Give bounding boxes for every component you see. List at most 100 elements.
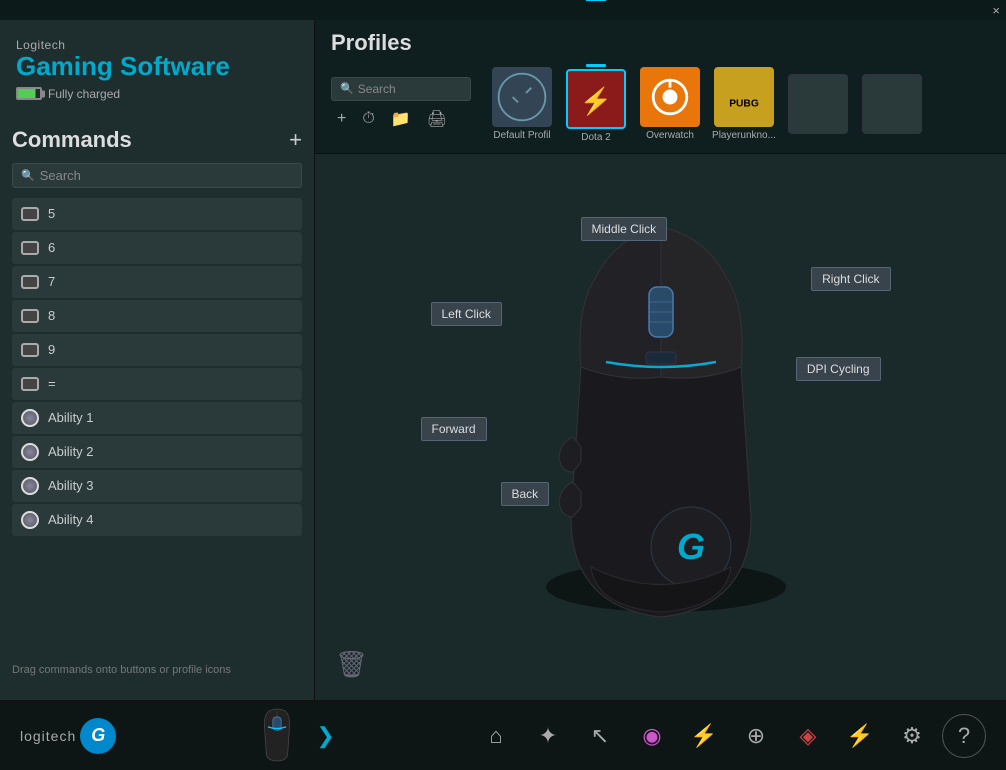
command-label: Ability 1 bbox=[48, 410, 94, 425]
app-brand: Logitech bbox=[16, 38, 298, 52]
key-icon bbox=[20, 374, 40, 394]
svg-text:PUBG: PUBG bbox=[729, 98, 759, 109]
command-label: 9 bbox=[48, 342, 55, 357]
commands-header: Commands + bbox=[12, 127, 302, 153]
main-container: Logitech Gaming Software Fully charged C… bbox=[0, 20, 1006, 700]
mouse-diagram: G Middle Click Right Click Left Click DP… bbox=[461, 187, 861, 667]
add-command-button[interactable]: + bbox=[289, 129, 302, 151]
commands-search-input[interactable] bbox=[40, 168, 293, 183]
bottom-left: logitech G bbox=[20, 718, 116, 754]
right-panel: Profiles 🔍 + ⏱ 📁 🖨 Default bbox=[315, 20, 1006, 700]
key-icon bbox=[20, 238, 40, 258]
profile-search-box[interactable]: 🔍 bbox=[331, 77, 471, 101]
spectrum-button[interactable]: ◈ bbox=[786, 714, 830, 758]
bottom-right-icons: ⌂ ✦ ↖ ◉ ⚡ ⊕ ◈ ⚡ ⚙ ? bbox=[474, 714, 986, 758]
command-item[interactable]: = bbox=[12, 368, 302, 400]
right-click-label[interactable]: Right Click bbox=[811, 267, 890, 291]
command-label: 7 bbox=[48, 274, 55, 289]
commands-title: Commands bbox=[12, 127, 132, 153]
close-button[interactable]: × bbox=[992, 4, 1000, 17]
profile-icons-list: Default Profil ⚡ Dota 2 Overwatch PUBG Player… bbox=[487, 64, 927, 143]
command-item[interactable]: Ability 3 bbox=[12, 470, 302, 502]
command-item[interactable]: Ability 2 bbox=[12, 436, 302, 468]
color-button[interactable]: ◉ bbox=[630, 714, 674, 758]
key-icon bbox=[20, 272, 40, 292]
command-item[interactable]: 8 bbox=[12, 300, 302, 332]
command-item[interactable]: 6 bbox=[12, 232, 302, 264]
home-button[interactable]: ⌂ bbox=[474, 714, 518, 758]
add-profile-button[interactable]: + bbox=[333, 108, 350, 130]
forward-label[interactable]: Forward bbox=[421, 417, 487, 441]
profile-label: Dota 2 bbox=[581, 132, 610, 143]
command-item[interactable]: 9 bbox=[12, 334, 302, 366]
middle-click-label[interactable]: Middle Click bbox=[581, 217, 668, 241]
ability-icon bbox=[20, 408, 40, 428]
profile-active-dot bbox=[586, 64, 606, 67]
profiles-bar: Profiles 🔍 + ⏱ 📁 🖨 Default bbox=[315, 20, 1006, 154]
help-button[interactable]: ? bbox=[942, 714, 986, 758]
trash-icon[interactable]: 🗑 bbox=[335, 649, 368, 679]
profile-icon bbox=[492, 67, 552, 127]
device-mouse-icon[interactable] bbox=[250, 708, 305, 763]
profile-empty-slot bbox=[862, 74, 922, 134]
key-icon bbox=[20, 340, 40, 360]
profile-empty-slot bbox=[788, 74, 848, 134]
app-title: Gaming Software bbox=[16, 52, 298, 81]
lightning-button[interactable]: ⚡ bbox=[838, 714, 882, 758]
profile-item[interactable]: Default Profil bbox=[487, 67, 557, 141]
ability-icon bbox=[20, 476, 40, 496]
profile-item[interactable] bbox=[783, 74, 853, 134]
command-label: Ability 4 bbox=[48, 512, 94, 527]
command-label: Ability 3 bbox=[48, 478, 94, 493]
profile-search-input[interactable] bbox=[358, 82, 462, 96]
settings-button[interactable]: ⚙ bbox=[890, 714, 934, 758]
profile-item[interactable]: PUBG Playerunkno... bbox=[709, 67, 779, 141]
crosshair-button[interactable]: ⊕ bbox=[734, 714, 778, 758]
effects-button[interactable]: ✦ bbox=[526, 714, 570, 758]
profile-item[interactable]: Overwatch bbox=[635, 67, 705, 141]
mouse-area: G Middle Click Right Click Left Click DP… bbox=[315, 154, 1006, 700]
ability-icon bbox=[20, 442, 40, 462]
bottom-devices: ❯ bbox=[250, 708, 341, 763]
left-panel: Logitech Gaming Software Fully charged C… bbox=[0, 20, 315, 700]
commands-list: 5 6 7 8 9 = Ability 1 Ability 2 Ability 3 Ability… bbox=[12, 198, 302, 654]
left-click-label[interactable]: Left Click bbox=[431, 302, 502, 326]
battery-icon bbox=[16, 87, 42, 100]
profile-search-icon: 🔍 bbox=[340, 82, 354, 95]
profile-icon bbox=[640, 67, 700, 127]
battery-label: Fully charged bbox=[48, 87, 120, 101]
devices-arrow-button[interactable]: ❯ bbox=[311, 714, 341, 758]
profile-label: Default Profil bbox=[493, 130, 550, 141]
command-label: 6 bbox=[48, 240, 55, 255]
profile-item[interactable] bbox=[857, 74, 927, 134]
key-icon bbox=[20, 306, 40, 326]
command-item[interactable]: Ability 4 bbox=[12, 504, 302, 536]
bottom-bar: logitech G ❯ ⌂ ✦ ↖ ◉ ⚡ ⊕ ◈ ⚡ ⚙ ? bbox=[0, 700, 1006, 770]
logitech-logo: logitech G bbox=[20, 718, 116, 754]
command-item[interactable]: 7 bbox=[12, 266, 302, 298]
svg-text:⚡: ⚡ bbox=[580, 86, 613, 117]
profiles-row: 🔍 + ⏱ 📁 🖨 Default Profil ⚡ Dota 2 Overwatch… bbox=[331, 64, 990, 143]
profile-item[interactable]: ⚡ Dota 2 bbox=[561, 64, 631, 143]
dpi-cycling-label[interactable]: DPI Cycling bbox=[796, 357, 881, 381]
pointer-button[interactable]: ↖ bbox=[578, 714, 622, 758]
battery-status-button[interactable]: ⚡ bbox=[682, 714, 726, 758]
command-item[interactable]: Ability 1 bbox=[12, 402, 302, 434]
commands-search-box[interactable]: 🔍 bbox=[12, 163, 302, 188]
profile-folder-button[interactable]: 📁 bbox=[387, 107, 415, 131]
title-bar: × bbox=[0, 0, 1006, 20]
drag-hint: Drag commands onto buttons or profile ic… bbox=[12, 660, 302, 680]
ability-icon bbox=[20, 510, 40, 530]
command-label: = bbox=[48, 376, 56, 391]
profile-label: Overwatch bbox=[646, 130, 694, 141]
trash-area: 🗑 bbox=[335, 649, 368, 680]
key-icon bbox=[20, 204, 40, 224]
profile-history-button[interactable]: ⏱ bbox=[358, 108, 378, 130]
command-label: Ability 2 bbox=[48, 444, 94, 459]
back-label[interactable]: Back bbox=[501, 482, 550, 506]
command-item[interactable]: 5 bbox=[12, 198, 302, 230]
profile-label: Playerunkno... bbox=[712, 130, 776, 141]
command-label: 8 bbox=[48, 308, 55, 323]
profile-icon: PUBG bbox=[714, 67, 774, 127]
profile-print-button[interactable]: 🖨 bbox=[423, 107, 451, 131]
